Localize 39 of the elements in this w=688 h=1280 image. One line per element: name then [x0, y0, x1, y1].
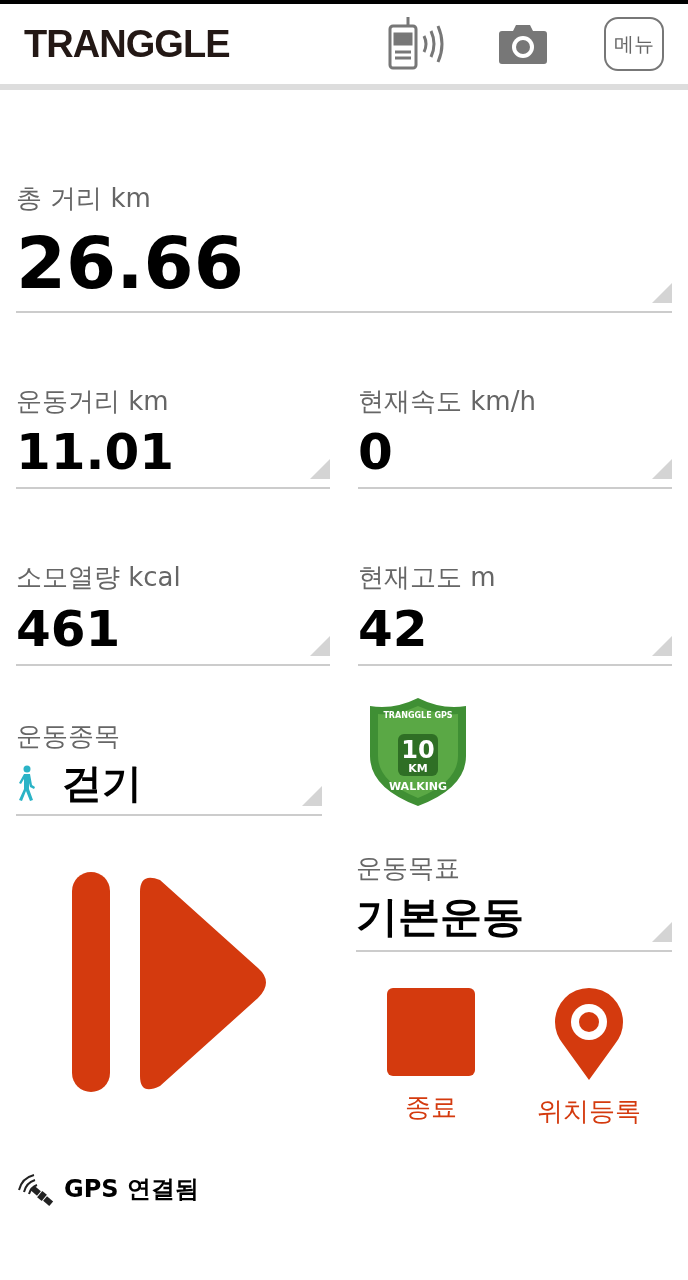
- value-dropdown[interactable]: 26.66: [16, 214, 672, 313]
- walking-badge-drawing: TRANGGLE GPS 10 KM WALKING: [368, 695, 468, 808]
- location-register-button[interactable]: 위치등록: [537, 988, 641, 1131]
- field-value: 0: [358, 422, 393, 483]
- value-dropdown[interactable]: 42: [358, 593, 672, 666]
- dropdown-corner-icon: [652, 922, 672, 942]
- field-label: 운동거리 km: [16, 384, 170, 417]
- field-label: 현재고도 m: [358, 561, 497, 594]
- field-value: 11.01: [16, 422, 175, 483]
- dropdown-corner-icon: [310, 635, 330, 656]
- logo: TRANGGLE: [24, 21, 230, 67]
- map-pin-icon: [555, 988, 623, 1080]
- dropdown-corner-icon: [652, 282, 672, 303]
- gps-status: GPS 연결됨: [64, 1174, 199, 1205]
- field-value: 461: [16, 598, 121, 660]
- value-dropdown[interactable]: 0: [358, 417, 672, 489]
- dropdown-corner-icon: [310, 459, 330, 479]
- dropdown-corner-icon: [652, 459, 672, 479]
- field-value: 걷기: [62, 759, 142, 808]
- value-dropdown[interactable]: 11.01: [16, 417, 330, 489]
- stop-icon: [387, 988, 475, 1076]
- field-label: 총 거리 km: [16, 182, 152, 215]
- stop-button[interactable]: 종료: [387, 988, 475, 1131]
- field-label: 현재속도 km/h: [358, 384, 537, 417]
- field-label: 운동목표: [356, 851, 461, 884]
- menu-button[interactable]: 메뉴: [604, 17, 664, 71]
- camera-icon[interactable]: [498, 23, 548, 65]
- field-value: 42: [358, 598, 428, 660]
- value-dropdown[interactable]: 461: [16, 593, 330, 666]
- dropdown-corner-icon: [302, 786, 322, 806]
- field-label: 소모열량 kcal: [16, 561, 182, 594]
- value-dropdown[interactable]: 기본운동: [356, 884, 672, 952]
- field-label: 운동종목: [16, 719, 121, 752]
- field-value: 기본운동: [356, 891, 524, 943]
- value-dropdown[interactable]: 걷기: [16, 752, 322, 816]
- dropdown-corner-icon: [652, 635, 672, 656]
- satellite-icon: [16, 1172, 56, 1206]
- field-value: 26.66: [16, 219, 244, 307]
- walking-person-icon: [16, 765, 38, 801]
